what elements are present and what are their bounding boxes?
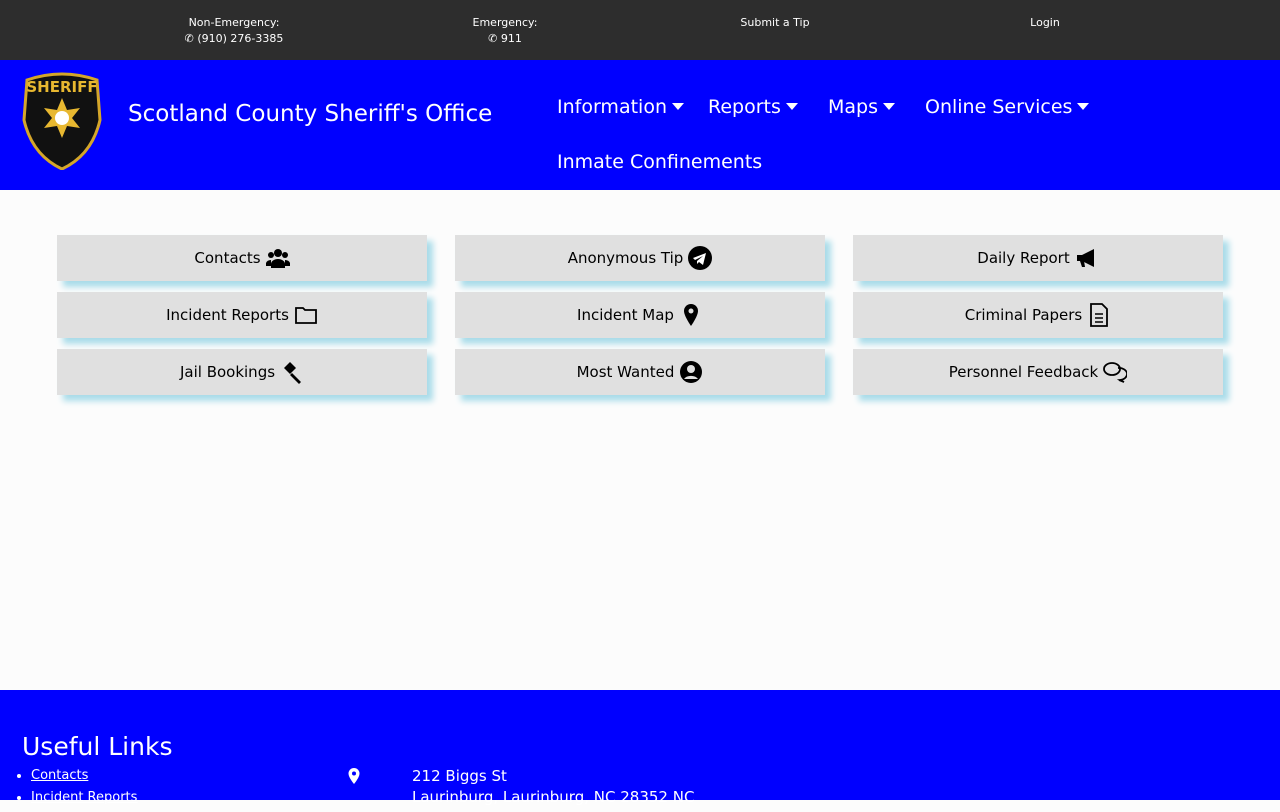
button-label: Incident Map bbox=[577, 306, 674, 324]
caret-down-icon bbox=[785, 103, 798, 110]
nav-label: Online Services bbox=[925, 96, 1073, 118]
folder-icon bbox=[294, 307, 317, 324]
gavel-icon bbox=[284, 362, 302, 384]
non-emergency-phone[interactable]: (910) 276-3385 bbox=[197, 32, 283, 45]
emergency-phone[interactable]: 911 bbox=[501, 32, 522, 45]
submit-tip-link[interactable]: Submit a Tip bbox=[725, 15, 825, 31]
button-label: Anonymous Tip bbox=[567, 249, 684, 267]
address-line-1: 212 Biggs St bbox=[412, 767, 507, 785]
phone-icon: ✆ bbox=[488, 32, 498, 45]
nav-information[interactable]: Information bbox=[557, 96, 684, 118]
jail-bookings-button[interactable]: Jail Bookings bbox=[57, 349, 427, 395]
quick-links: Contacts Anonymous Tip Daily Report Inci… bbox=[0, 190, 1280, 690]
nav-maps[interactable]: Maps bbox=[828, 96, 895, 118]
users-icon bbox=[265, 249, 290, 268]
non-emergency-contact[interactable]: Non-Emergency: ✆ (910) 276-3385 bbox=[184, 15, 284, 47]
footer-link-contacts[interactable]: Contacts bbox=[31, 768, 88, 783]
footer-link-incident-reports[interactable]: Incident Reports bbox=[31, 790, 137, 805]
top-bar: Non-Emergency: ✆ (910) 276-3385 Emergenc… bbox=[0, 0, 1280, 60]
comments-icon bbox=[1103, 362, 1128, 383]
nav-label: Information bbox=[557, 96, 667, 118]
useful-links-list: Contacts Incident Reports bbox=[31, 768, 137, 812]
nav-label: Reports bbox=[708, 96, 781, 118]
daily-report-button[interactable]: Daily Report bbox=[853, 235, 1223, 281]
nav-label: Maps bbox=[828, 96, 878, 118]
address: 212 Biggs St Laurinburg, Laurinburg, NC … bbox=[412, 766, 694, 808]
user-circle-icon bbox=[680, 361, 703, 383]
nav-online-services[interactable]: Online Services bbox=[925, 96, 1090, 118]
button-label: Jail Bookings bbox=[179, 363, 276, 381]
site-header: SHERIFF Scotland County Sheriff's Office… bbox=[0, 60, 1280, 190]
button-label: Criminal Papers bbox=[964, 306, 1083, 324]
list-item: Incident Reports bbox=[31, 790, 137, 805]
most-wanted-button[interactable]: Most Wanted bbox=[455, 349, 825, 395]
button-label: Daily Report bbox=[977, 249, 1070, 267]
contacts-button[interactable]: Contacts bbox=[57, 235, 427, 281]
map-marker-icon bbox=[683, 304, 698, 326]
emergency-label: Emergency: bbox=[472, 16, 538, 29]
site-title[interactable]: Scotland County Sheriff's Office bbox=[128, 101, 492, 127]
nav-inmate-confinements[interactable]: Inmate Confinements bbox=[557, 151, 762, 173]
button-label: Most Wanted bbox=[576, 363, 675, 381]
sheriff-badge-logo[interactable]: SHERIFF bbox=[22, 70, 102, 170]
telegram-icon bbox=[688, 246, 713, 270]
phone-icon: ✆ bbox=[184, 32, 194, 45]
anonymous-tip-button[interactable]: Anonymous Tip bbox=[455, 235, 825, 281]
site-footer: Useful Links Contacts Incident Reports 2… bbox=[0, 690, 1280, 806]
address-line-2: Laurinburg, Laurinburg, NC 28352 NC bbox=[412, 788, 695, 806]
button-label: Contacts bbox=[194, 249, 261, 267]
incident-map-button[interactable]: Incident Map bbox=[455, 292, 825, 338]
personnel-feedback-button[interactable]: Personnel Feedback bbox=[853, 349, 1223, 395]
button-label: Personnel Feedback bbox=[948, 363, 1099, 381]
bullhorn-icon bbox=[1076, 249, 1094, 267]
button-label: Incident Reports bbox=[166, 306, 289, 324]
file-text-icon bbox=[1090, 303, 1109, 327]
caret-down-icon bbox=[671, 103, 684, 110]
emergency-contact[interactable]: Emergency: ✆ 911 bbox=[465, 15, 545, 47]
criminal-papers-button[interactable]: Criminal Papers bbox=[853, 292, 1223, 338]
caret-down-icon bbox=[1077, 103, 1090, 110]
nav-reports[interactable]: Reports bbox=[708, 96, 798, 118]
map-marker-icon bbox=[348, 768, 360, 784]
login-link[interactable]: Login bbox=[1015, 15, 1075, 31]
incident-reports-button[interactable]: Incident Reports bbox=[57, 292, 427, 338]
caret-down-icon bbox=[883, 103, 895, 110]
list-item: Contacts bbox=[31, 768, 137, 783]
non-emergency-label: Non-Emergency: bbox=[188, 16, 280, 29]
svg-text:SHERIFF: SHERIFF bbox=[26, 78, 97, 96]
useful-links-heading: Useful Links bbox=[22, 732, 173, 761]
